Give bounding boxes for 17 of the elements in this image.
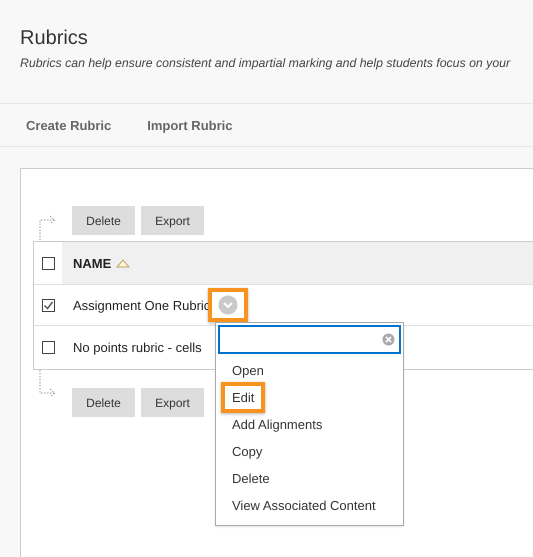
page-title: Rubrics (20, 26, 89, 51)
action-button[interactable]: Export (141, 388, 204, 417)
column-header[interactable]: NAME (73, 256, 112, 270)
action-link[interactable]: Create Rubric (26, 118, 112, 132)
checkbox[interactable] (42, 298, 54, 312)
action-button[interactable]: Delete (72, 206, 135, 235)
page-description: Rubrics can help ensure consistent and impartial marking and help students focus on your (20, 55, 510, 71)
rubric-name[interactable]: Assignment One Rubric (73, 298, 210, 312)
search-field[interactable] (218, 325, 401, 354)
menu-item[interactable]: Edit (221, 382, 266, 413)
action-button[interactable]: Export (141, 206, 204, 235)
checkbox[interactable] (42, 256, 54, 270)
dotted-arrow-icon (38, 370, 58, 400)
rubric-name[interactable]: No points rubric - cells (73, 340, 202, 355)
checkbox[interactable] (42, 341, 54, 354)
action-link[interactable]: Import Rubric (147, 118, 232, 132)
action-button[interactable]: Delete (72, 388, 135, 417)
